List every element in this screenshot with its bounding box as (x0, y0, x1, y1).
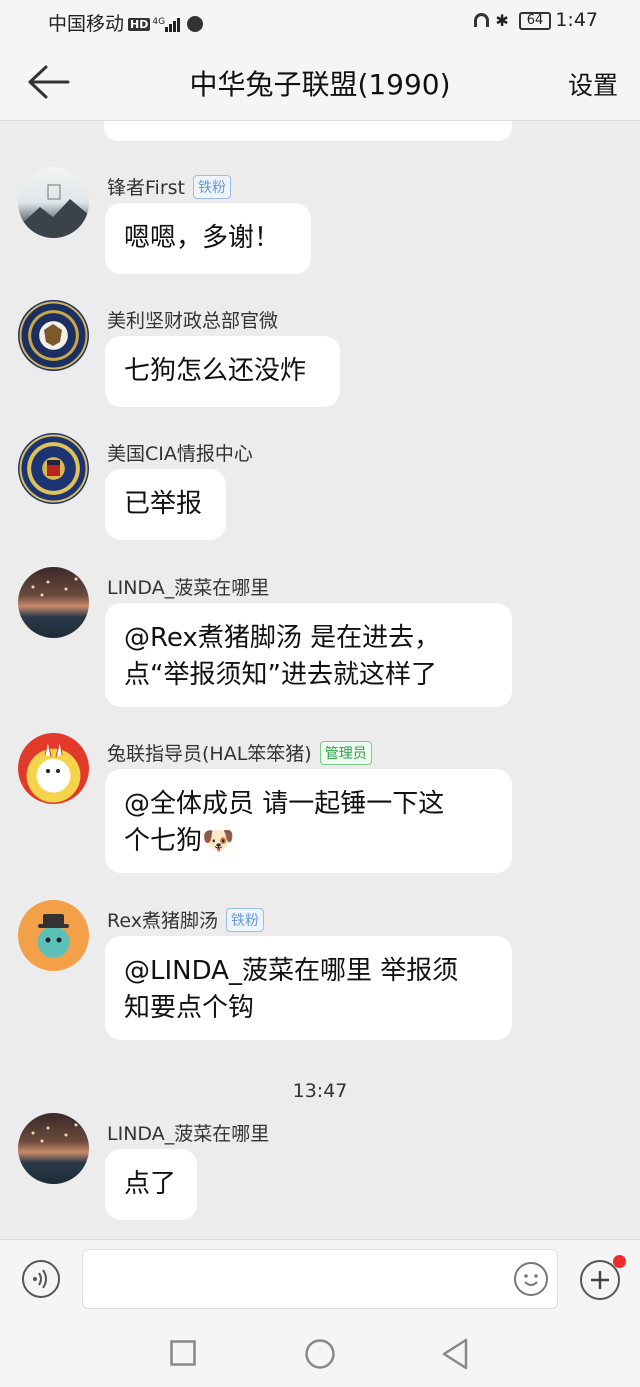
message-bubble[interactable]: @全体成员 请一起锤一下这 个七狗🐶 (105, 769, 512, 873)
voice-button[interactable] (22, 1260, 60, 1298)
carrier-label: 中国移动 (48, 13, 125, 35)
admin-badge: 管理员 (319, 741, 372, 765)
message-timestamp: 13:47 (292, 1080, 348, 1102)
sender-name-text: LINDA_菠菜在哪里 (107, 577, 270, 599)
message-text-line: @全体成员 请一起锤一下这 (124, 789, 445, 819)
input-bar (0, 1239, 640, 1320)
emoji-icon (524, 1274, 538, 1286)
system-nav-bar (0, 1320, 640, 1387)
message-text: 点了 (124, 1169, 177, 1199)
avatar[interactable] (18, 900, 89, 971)
avatar[interactable] (18, 300, 89, 371)
clock: 1:47 (555, 9, 598, 31)
message-bubble[interactable]: 点了 (105, 1149, 197, 1220)
message-text-line: 点“举报须知”进去就这样了 (124, 660, 437, 690)
avatar[interactable] (18, 1113, 89, 1184)
member-badge: 铁粉 (193, 175, 231, 199)
circle-icon[interactable] (304, 1338, 336, 1370)
status-bar: 中国移动 HD 4G ✱ 64 1:47 (0, 0, 640, 44)
message-text-line: 个七狗🐶 (124, 826, 235, 856)
message-bubble[interactable]: 七狗怎么还没炸 (105, 336, 340, 407)
settings-button[interactable]: 设置 (568, 66, 618, 102)
plus-icon (591, 1271, 609, 1289)
message-input[interactable] (82, 1249, 558, 1309)
headphone-icon (474, 13, 490, 27)
sender-name: 美国CIA情报中心 (107, 439, 253, 466)
group-title: 中华兔子联盟(1990) (189, 68, 451, 101)
sender-name-text: 美利坚财政总部官微 (107, 310, 279, 332)
sender-name-text: 兔联指导员(HAL笨笨猪) (107, 743, 312, 765)
sender-name: 锋者First 铁粉 (107, 173, 231, 200)
sender-name-text: 美国CIA情报中心 (107, 443, 253, 465)
message-bubble[interactable]: @Rex煮猪脚汤 是在进去， 点“举报须知”进去就这样了 (105, 603, 512, 707)
sender-name: 兔联指导员(HAL笨笨猪) 管理员 (107, 739, 372, 766)
sender-name-text: LINDA_菠菜在哪里 (107, 1123, 270, 1145)
message-bubble[interactable]: @LINDA_菠菜在哪里 举报须 知要点个钩 (105, 936, 512, 1040)
chat-header: 中华兔子联盟(1990) 设置 (0, 44, 640, 121)
network-type: 4G (152, 17, 166, 27)
status-right: ✱ 64 1:47 (474, 9, 598, 31)
message-text: 已举报 (124, 489, 203, 519)
member-badge: 铁粉 (225, 908, 264, 932)
voice-icon (33, 1269, 47, 1289)
status-left: 中国移动 HD 4G (48, 9, 204, 37)
chat-list[interactable]: 锋者First 铁粉 嗯嗯，多谢！ 美利坚财政总部官微 七狗怎么还没炸 美国CIA… (0, 121, 640, 1239)
avatar[interactable] (18, 433, 89, 504)
message-text: 七狗怎么还没炸 (124, 356, 307, 386)
hd-icon: HD (128, 18, 151, 31)
square-icon[interactable] (170, 1340, 196, 1366)
avatar[interactable] (18, 567, 89, 638)
sender-name: LINDA_菠菜在哪里 (107, 1119, 269, 1146)
message-bubble[interactable]: 已举报 (105, 469, 226, 540)
signal-icon (165, 15, 181, 37)
sender-name-text: Rex煮猪脚汤 (107, 910, 218, 932)
message-text: 嗯嗯，多谢！ (124, 223, 281, 253)
message-text-line: @Rex煮猪脚汤 是在进去， (124, 623, 441, 653)
message-text-line: 知要点个钩 (124, 993, 255, 1023)
sender-name: Rex煮猪脚汤 铁粉 (107, 906, 264, 933)
emoji-button[interactable] (514, 1262, 548, 1296)
bluetooth-icon: ✱ (495, 11, 509, 30)
avatar[interactable] (18, 733, 89, 804)
sender-name: 美利坚财政总部官微 (107, 306, 278, 333)
message-text-line: @LINDA_菠菜在哪里 举报须 (124, 956, 459, 986)
triangle-back-icon[interactable] (440, 1338, 470, 1370)
battery-icon: 64 (518, 12, 552, 30)
partial-message-bubble (104, 121, 512, 141)
sender-name-text: 锋者First (107, 177, 185, 199)
avatar[interactable] (18, 167, 89, 238)
notification-dot (613, 1255, 626, 1268)
message-bubble[interactable]: 嗯嗯，多谢！ (105, 203, 311, 274)
sender-name: LINDA_菠菜在哪里 (107, 573, 269, 600)
globe-icon (187, 16, 204, 32)
